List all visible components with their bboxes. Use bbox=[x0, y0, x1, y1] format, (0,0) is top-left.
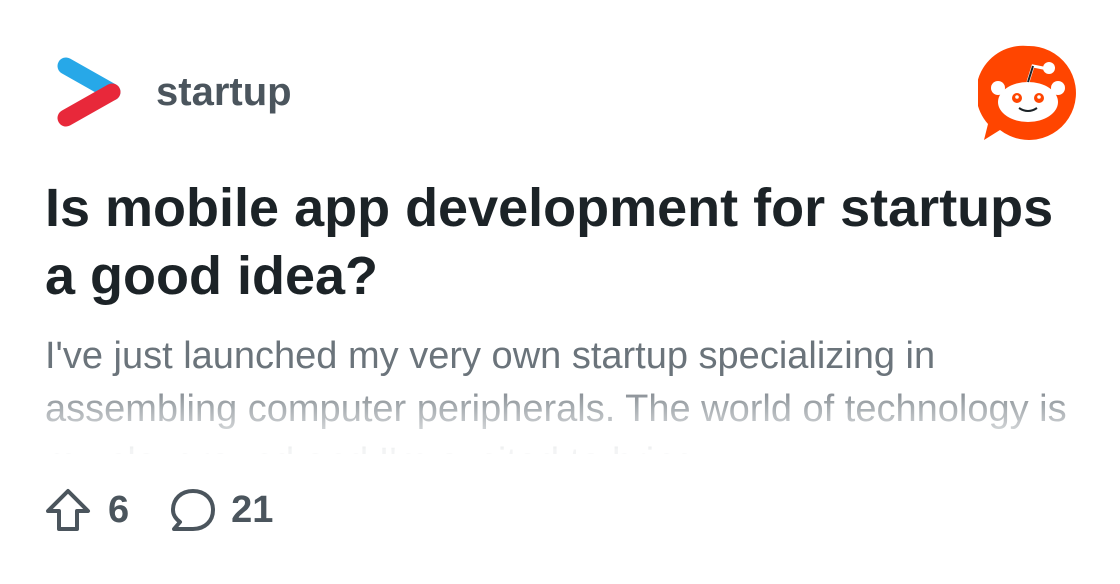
comment-count: 21 bbox=[231, 488, 274, 531]
upvote-button[interactable]: 6 bbox=[44, 486, 129, 534]
post-stats: 6 21 bbox=[44, 484, 273, 536]
post-title[interactable]: Is mobile app development for startups a… bbox=[45, 174, 1065, 310]
post-body: I've just launched my very own startup s… bbox=[45, 335, 1067, 454]
comment-bubble-icon bbox=[171, 489, 216, 531]
upvote-count: 6 bbox=[108, 488, 130, 531]
subreddit-icon[interactable] bbox=[48, 52, 128, 132]
reddit-logo bbox=[978, 45, 1076, 140]
upvote-arrow-icon bbox=[46, 489, 90, 531]
post-header: startup bbox=[48, 52, 292, 132]
comments-button[interactable]: 21 bbox=[169, 486, 273, 534]
subreddit-name[interactable]: startup bbox=[156, 70, 292, 115]
